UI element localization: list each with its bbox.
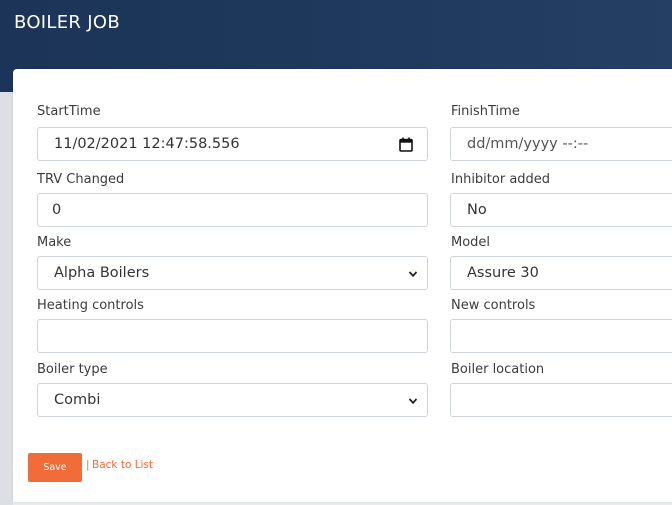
finish-time-label: FinishTime <box>451 104 520 119</box>
chevron-down-icon <box>408 398 418 405</box>
make-selected-value: Alpha Boilers <box>54 265 150 281</box>
page-title: BOILER JOB <box>14 12 120 33</box>
boiler-type-selected-value: Combi <box>54 392 101 408</box>
model-input[interactable]: Assure 30 <box>450 256 672 290</box>
calendar-icon[interactable] <box>399 137 413 152</box>
finish-time-input[interactable]: dd/mm/yyyy --:-- <box>450 127 672 161</box>
chevron-down-icon <box>408 271 418 278</box>
start-time-value: 11/02/2021 12:47:58.556 <box>54 136 240 152</box>
trv-changed-label: TRV Changed <box>37 172 125 187</box>
heating-controls-label: Heating controls <box>37 298 144 313</box>
left-gutter <box>0 92 13 505</box>
trv-changed-input[interactable]: 0 <box>37 193 428 227</box>
make-label: Make <box>37 235 72 250</box>
model-label: Model <box>451 235 491 250</box>
new-controls-label: New controls <box>451 298 536 313</box>
boiler-type-select[interactable]: Combi <box>37 383 428 417</box>
new-controls-input[interactable] <box>450 319 672 353</box>
inhibitor-added-label: Inhibitor added <box>451 172 551 187</box>
heating-controls-input[interactable] <box>37 319 428 353</box>
make-select[interactable]: Alpha Boilers <box>37 256 428 290</box>
trv-changed-value: 0 <box>52 202 62 218</box>
start-time-input[interactable]: 11/02/2021 12:47:58.556 <box>37 127 428 161</box>
boiler-type-label: Boiler type <box>37 362 108 377</box>
inhibitor-added-value: No <box>467 202 487 218</box>
finish-time-placeholder: dd/mm/yyyy --:-- <box>467 136 589 152</box>
save-button[interactable]: Save <box>28 453 82 482</box>
start-time-label: StartTime <box>37 104 101 119</box>
model-value: Assure 30 <box>467 265 539 281</box>
boiler-location-input[interactable] <box>450 383 672 417</box>
action-separator: | <box>86 459 90 471</box>
inhibitor-added-input[interactable]: No <box>450 193 672 227</box>
back-to-list-link[interactable]: Back to List <box>92 459 153 471</box>
boiler-location-label: Boiler location <box>451 362 545 377</box>
